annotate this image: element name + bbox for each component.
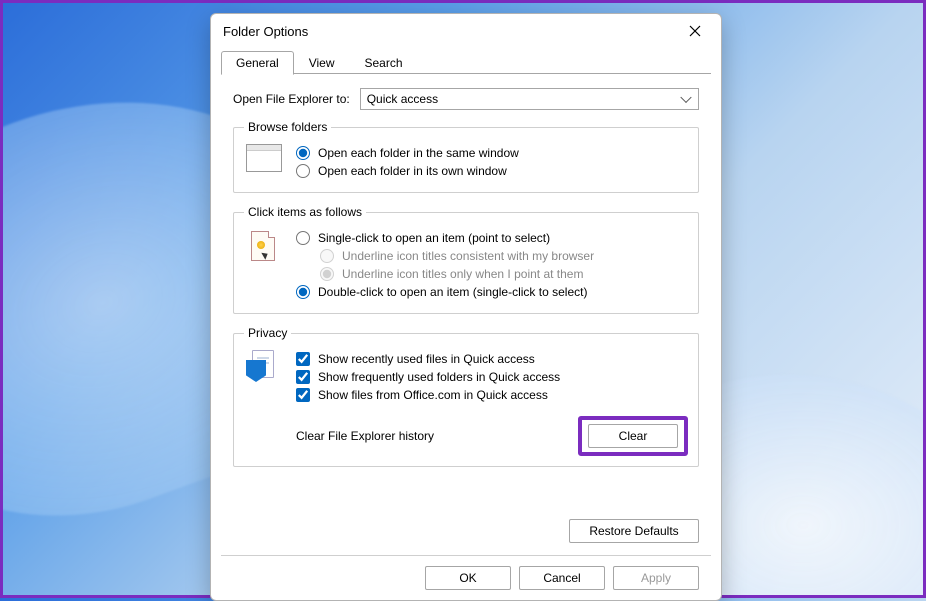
radio-same-window-input[interactable] xyxy=(296,146,310,160)
check-office-files[interactable]: Show files from Office.com in Quick acce… xyxy=(296,388,688,402)
open-explorer-value: Quick access xyxy=(367,92,438,106)
annotation-highlight: Clear xyxy=(578,416,688,456)
radio-double-click-label: Double-click to open an item (single-cli… xyxy=(318,285,587,299)
check-office-files-input[interactable] xyxy=(296,388,310,402)
dialog-footer: OK Cancel Apply xyxy=(221,555,711,600)
radio-own-window[interactable]: Open each folder in its own window xyxy=(296,164,688,178)
tab-strip: General View Search xyxy=(211,48,721,74)
click-items-legend: Click items as follows xyxy=(244,205,366,219)
radio-double-click[interactable]: Double-click to open an item (single-cli… xyxy=(296,285,688,299)
close-icon xyxy=(689,25,701,37)
radio-own-window-label: Open each folder in its own window xyxy=(318,164,507,178)
open-explorer-combo[interactable]: Quick access xyxy=(360,88,699,110)
browse-folders-legend: Browse folders xyxy=(244,120,331,134)
radio-underline-point: Underline icon titles only when I point … xyxy=(320,267,688,281)
restore-row: Restore Defaults xyxy=(211,515,721,543)
radio-same-window-label: Open each folder in the same window xyxy=(318,146,519,160)
radio-own-window-input[interactable] xyxy=(296,164,310,178)
check-recent-files[interactable]: Show recently used files in Quick access xyxy=(296,352,688,366)
privacy-group: Privacy Show recently used files in Quic… xyxy=(233,326,699,467)
radio-same-window[interactable]: Open each folder in the same window xyxy=(296,146,688,160)
privacy-legend: Privacy xyxy=(244,326,291,340)
check-office-files-label: Show files from Office.com in Quick acce… xyxy=(318,388,548,402)
dialog-title: Folder Options xyxy=(223,24,673,39)
clear-history-row: Clear File Explorer history Clear xyxy=(296,416,688,456)
open-explorer-row: Open File Explorer to: Quick access xyxy=(233,88,699,110)
radio-underline-consistent: Underline icon titles consistent with my… xyxy=(320,249,688,263)
click-file-icon xyxy=(244,227,284,267)
tab-general[interactable]: General xyxy=(221,51,294,75)
check-recent-files-label: Show recently used files in Quick access xyxy=(318,352,535,366)
radio-single-click-label: Single-click to open an item (point to s… xyxy=(318,231,550,245)
radio-single-click-input[interactable] xyxy=(296,231,310,245)
click-items-group: Click items as follows Single-click to o… xyxy=(233,205,699,314)
radio-double-click-input[interactable] xyxy=(296,285,310,299)
check-frequent-folders[interactable]: Show frequently used folders in Quick ac… xyxy=(296,370,688,384)
tab-view[interactable]: View xyxy=(294,51,350,74)
privacy-icon xyxy=(244,348,284,386)
radio-underline-consistent-label: Underline icon titles consistent with my… xyxy=(342,249,594,263)
check-recent-files-input[interactable] xyxy=(296,352,310,366)
close-button[interactable] xyxy=(673,16,717,46)
folder-window-icon xyxy=(244,142,284,172)
check-frequent-folders-label: Show frequently used folders in Quick ac… xyxy=(318,370,560,384)
radio-underline-point-label: Underline icon titles only when I point … xyxy=(342,267,583,281)
tab-search[interactable]: Search xyxy=(350,51,418,74)
radio-underline-point-input xyxy=(320,267,334,281)
check-frequent-folders-input[interactable] xyxy=(296,370,310,384)
open-explorer-label: Open File Explorer to: xyxy=(233,92,350,106)
folder-options-dialog: Folder Options General View Search Open … xyxy=(210,13,722,601)
clear-history-label: Clear File Explorer history xyxy=(296,429,578,443)
tab-content-general: Open File Explorer to: Quick access Brow… xyxy=(211,74,721,515)
restore-defaults-button[interactable]: Restore Defaults xyxy=(569,519,699,543)
ok-button[interactable]: OK xyxy=(425,566,511,590)
radio-single-click[interactable]: Single-click to open an item (point to s… xyxy=(296,231,688,245)
radio-underline-consistent-input xyxy=(320,249,334,263)
clear-button[interactable]: Clear xyxy=(588,424,678,448)
title-bar: Folder Options xyxy=(211,14,721,48)
browse-folders-group: Browse folders Open each folder in the s… xyxy=(233,120,699,193)
cancel-button[interactable]: Cancel xyxy=(519,566,605,590)
apply-button[interactable]: Apply xyxy=(613,566,699,590)
